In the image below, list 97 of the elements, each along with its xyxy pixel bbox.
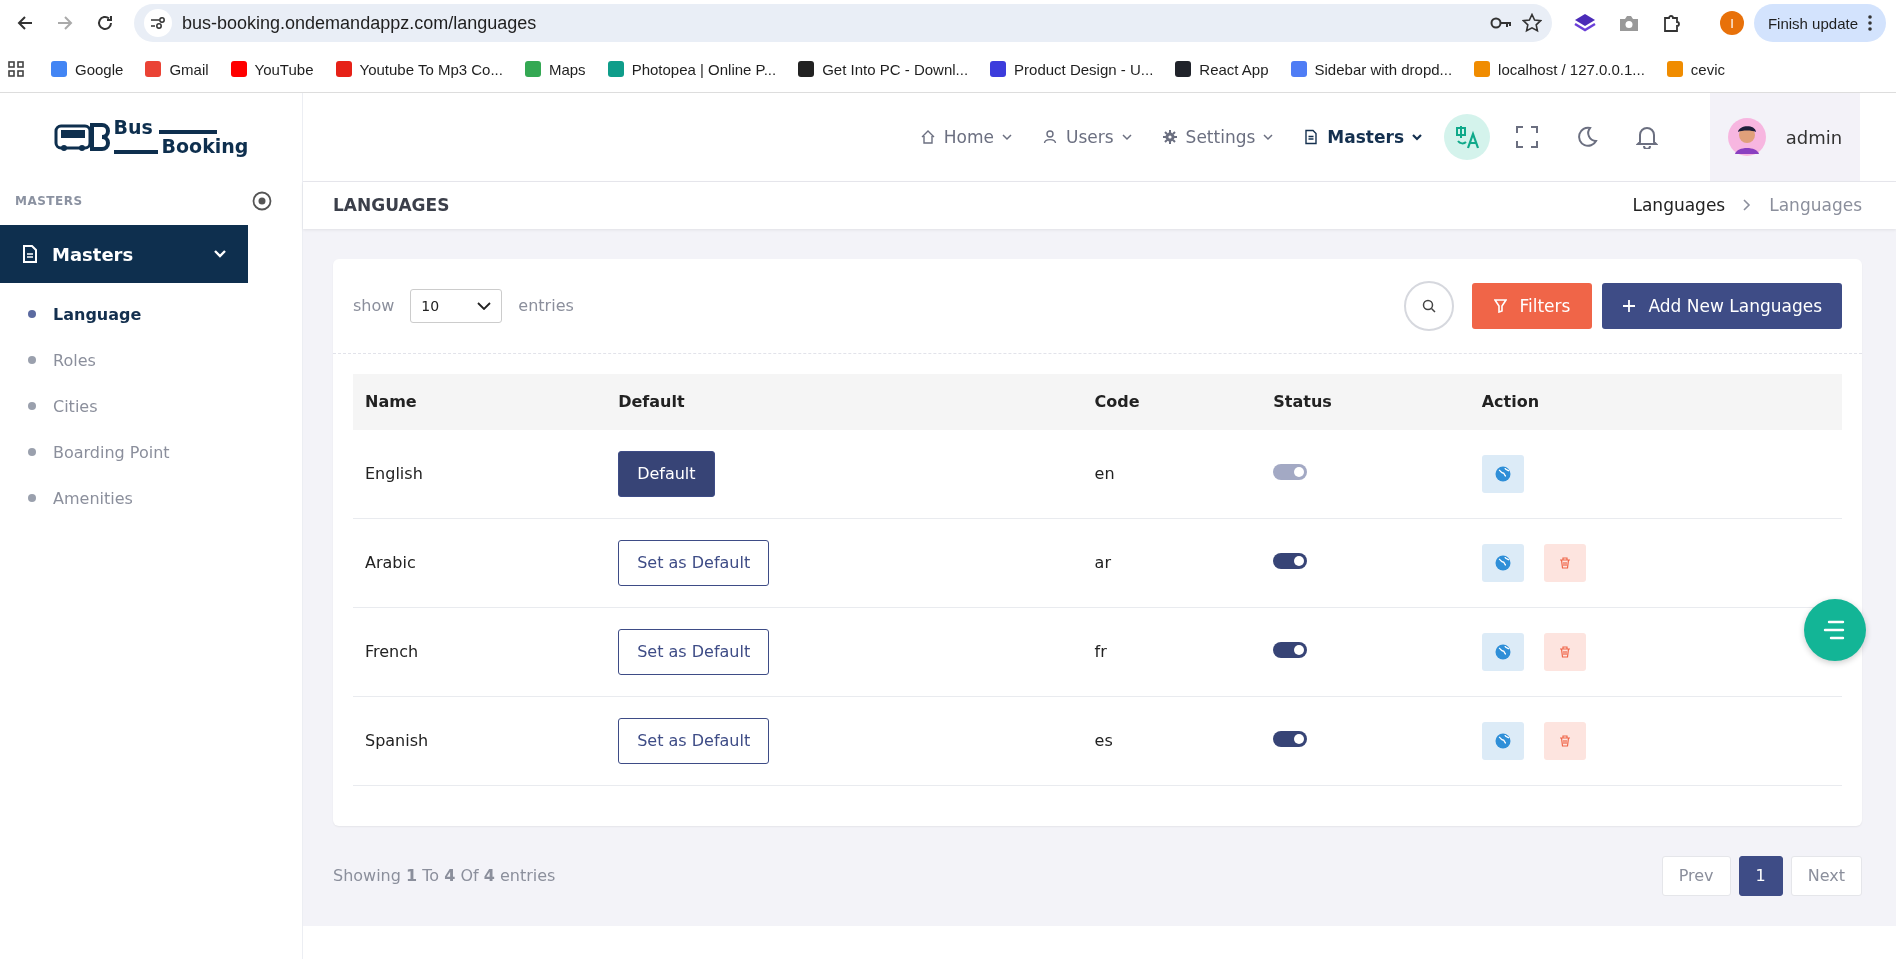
add-button[interactable]: Add New Languages: [1602, 282, 1842, 329]
update-button[interactable]: Finish update: [1753, 4, 1886, 42]
default-button[interactable]: Set as Default: [618, 717, 770, 764]
bell-icon: [1636, 125, 1658, 149]
translate-icon: [1454, 124, 1480, 150]
logo-text: Bus: [113, 118, 153, 137]
trash-icon: [1558, 645, 1571, 658]
forward-arrow-icon: [56, 14, 74, 32]
layers-icon[interactable]: [1573, 13, 1596, 33]
status-toggle[interactable]: [1273, 730, 1308, 747]
column-header: Default: [606, 373, 1083, 430]
menu-icon: [1823, 620, 1847, 640]
extensions-icon[interactable]: [1661, 13, 1682, 33]
globe-icon: [1494, 732, 1511, 749]
trash-icon: [1558, 734, 1571, 747]
entries-label: entries: [518, 296, 574, 315]
bookmark[interactable]: Gmail: [136, 54, 218, 84]
table-cell: es: [1082, 696, 1262, 785]
document-icon: [22, 245, 38, 263]
bookmark[interactable]: React App: [1166, 54, 1278, 84]
default-button[interactable]: Set as Default: [618, 539, 770, 586]
bookmark[interactable]: Google: [42, 54, 133, 84]
status-toggle[interactable]: [1273, 552, 1308, 569]
bus-icon: [53, 122, 112, 152]
globe-button[interactable]: [1481, 543, 1524, 582]
table-cell: French: [353, 607, 607, 696]
gear-icon: [1161, 129, 1178, 145]
more-icon: [1868, 15, 1872, 31]
bookmark[interactable]: YouTube: [221, 54, 323, 84]
globe-icon: [1494, 643, 1511, 660]
chevron-icon: [1002, 133, 1012, 141]
globe-icon: [1494, 554, 1511, 571]
document-icon: [1303, 129, 1320, 145]
chevron-icon: [1263, 133, 1274, 141]
camera-icon[interactable]: [1617, 14, 1640, 32]
bookmark[interactable]: Youtube To Mp3 Co...: [326, 54, 512, 84]
column-header: Status: [1261, 373, 1470, 430]
bookmark[interactable]: Photopea | Online P...: [598, 54, 786, 84]
table-cell: English: [353, 429, 607, 518]
section-title: MASTERS: [15, 194, 83, 208]
sidebar-menu-item[interactable]: Masters: [0, 225, 248, 283]
page-title: LANGUAGES: [333, 195, 450, 216]
globe-icon: [1494, 465, 1511, 482]
site-settings-icon[interactable]: [144, 9, 172, 37]
search-icon: [1422, 298, 1437, 313]
nav-menu-item[interactable]: Masters: [1291, 127, 1434, 147]
star-icon[interactable]: [1521, 13, 1542, 33]
show-label: show: [353, 296, 395, 315]
chevron-icon: [477, 301, 492, 310]
bookmark[interactable]: Maps: [515, 54, 595, 84]
bookmark[interactable]: Get Into PC - Downl...: [789, 54, 978, 84]
bookmark[interactable]: localhost / 127.0.0.1...: [1465, 54, 1654, 84]
user-icon: [1042, 129, 1058, 145]
chevron-icon: [1412, 133, 1422, 141]
moon-icon: [1576, 126, 1598, 148]
home-icon: [919, 129, 936, 145]
chevron-icon: [214, 250, 226, 258]
back-arrow-icon: [16, 14, 34, 32]
column-header: Code: [1082, 373, 1262, 430]
chevron-icon: [1121, 133, 1132, 141]
nav-menu-item[interactable]: Users: [1030, 127, 1144, 147]
user-menu[interactable]: admin: [1710, 93, 1860, 181]
globe-button[interactable]: [1481, 721, 1524, 760]
trash-icon: [1558, 556, 1571, 569]
bookmark[interactable]: Product Design - U...: [981, 54, 1163, 84]
table-cell: fr: [1082, 607, 1262, 696]
address-bar[interactable]: bus-booking.ondemandappz.com/languages: [134, 4, 1552, 42]
plus-icon: [1622, 298, 1637, 313]
reload-icon: [96, 14, 114, 32]
page-button[interactable]: 1: [1738, 855, 1783, 896]
filter-icon: [1494, 298, 1508, 313]
bookmark[interactable]: Sidebar with dropd...: [1281, 54, 1462, 84]
breadcrumb-item[interactable]: Languages: [1632, 195, 1726, 216]
logo-text: Booking: [161, 137, 249, 156]
pin-icon[interactable]: [252, 191, 272, 211]
status-toggle[interactable]: [1273, 641, 1308, 658]
breadcrumb-item: Languages: [1769, 195, 1862, 216]
translate-button[interactable]: [1444, 114, 1490, 160]
avatar-icon: [1727, 118, 1766, 156]
table-cell: Spanish: [353, 696, 607, 785]
entries-summary: Showing 1 To 4 Of 4 entries: [333, 866, 556, 885]
globe-button[interactable]: [1481, 632, 1524, 671]
column-header: Action: [1469, 373, 1842, 430]
sidebar-item[interactable]: Language: [28, 291, 302, 337]
apps-icon[interactable]: [8, 61, 24, 77]
nav-menu-item[interactable]: Settings: [1149, 127, 1286, 147]
fullscreen-icon: [1516, 126, 1538, 148]
table-cell: en: [1082, 429, 1262, 518]
chevron-icon: [1743, 199, 1752, 212]
nav-menu-item[interactable]: Home: [907, 127, 1024, 147]
table-cell: ar: [1082, 518, 1262, 607]
key-icon[interactable]: [1489, 16, 1512, 30]
table-cell: Arabic: [353, 518, 607, 607]
page-size-dropdown[interactable]: 10: [410, 288, 503, 323]
column-header: Name: [353, 373, 607, 430]
default-button[interactable]: Set as Default: [618, 628, 770, 675]
bookmark[interactable]: cevic: [1657, 54, 1735, 84]
